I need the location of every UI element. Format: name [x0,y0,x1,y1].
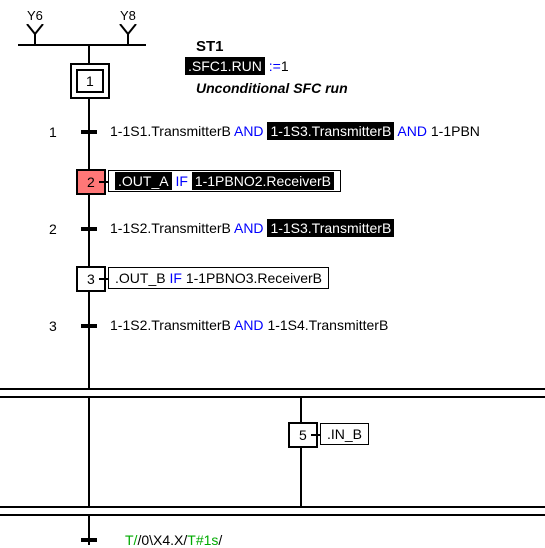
c1-b: 1-1S3.TransmitterB [267,122,394,140]
divergence-bar [0,388,545,398]
c3-a: 1-1S2.TransmitterB [110,317,231,333]
step-2-label: 2 [87,174,95,190]
trans-3-tick[interactable] [81,324,97,328]
step-5-action[interactable]: .IN_B [320,423,369,445]
y6-drop [34,40,36,46]
st1-title: ST1 [196,38,224,55]
assign-line: .SFC1.RUN :=1 [185,58,289,74]
c2-and: AND [234,220,264,236]
a5: .IN_B [327,426,362,442]
y8-mark [118,24,138,40]
trans-3-cond: 1-1S2.TransmitterB AND 1-1S4.Transmitter… [110,317,388,333]
step-3-action[interactable]: .OUT_B IF 1-1PBNO3.ReceiverB [108,267,329,289]
bt-suffix: T#1s [187,532,218,548]
y6-label: Y6 [27,8,43,23]
trans-1-tick[interactable] [81,130,97,134]
step-1-label: 1 [76,69,104,93]
c2-b: 1-1S3.TransmitterB [267,219,394,237]
branch-5-vline-lower [300,448,302,508]
assign-target: .SFC1.RUN [185,57,265,75]
bt-slash: / [218,532,222,548]
c3-b: 1-1S4.TransmitterB [267,317,388,333]
assign-val: 1 [281,58,289,74]
assign-op: := [269,58,281,74]
y8-label: Y8 [120,8,136,23]
trans-3-num: 3 [49,318,57,334]
c1-c: 1-1PBN [431,123,480,139]
comment-line: Unconditional SFC run [196,80,348,96]
convergence-bar [0,506,545,516]
y6-mark [25,24,45,40]
c3-and: AND [234,317,264,333]
trans-2-tick[interactable] [81,227,97,231]
step-3-label: 3 [87,271,95,287]
step-1[interactable]: 1 [70,63,110,99]
c2-a: 1-1S2.TransmitterB [110,220,231,236]
bottom-timer-text: T//0\X4.X/T#1s/ [125,532,222,548]
y8-drop [127,40,129,46]
step-5-label: 5 [299,427,307,443]
bt-prefix: T/ [125,532,137,548]
a2-out: .OUT_A [115,172,172,190]
trans-1-cond: 1-1S1.TransmitterB AND 1-1S3.Transmitter… [110,123,480,139]
a3-out: .OUT_B [115,270,166,286]
trans-2-cond: 1-1S2.TransmitterB AND 1-1S3.Transmitter… [110,220,394,236]
branch-left-vline [88,396,90,508]
trans-1-num: 1 [49,124,57,140]
a2-cond: 1-1PBNO2.ReceiverB [192,172,334,190]
trans-2-num: 2 [49,221,57,237]
step-2-action[interactable]: .OUT_A IF 1-1PBNO2.ReceiverB [108,170,341,192]
a2-if: IF [175,173,187,189]
a3-if: IF [169,270,181,286]
c1-a: 1-1S1.TransmitterB [110,123,231,139]
c1-and2: AND [397,123,427,139]
lower-tick[interactable] [81,538,97,542]
c1-and: AND [234,123,264,139]
bt-mid: /0\X4.X/ [137,532,187,548]
a3-cond: 1-1PBNO3.ReceiverB [186,270,322,286]
